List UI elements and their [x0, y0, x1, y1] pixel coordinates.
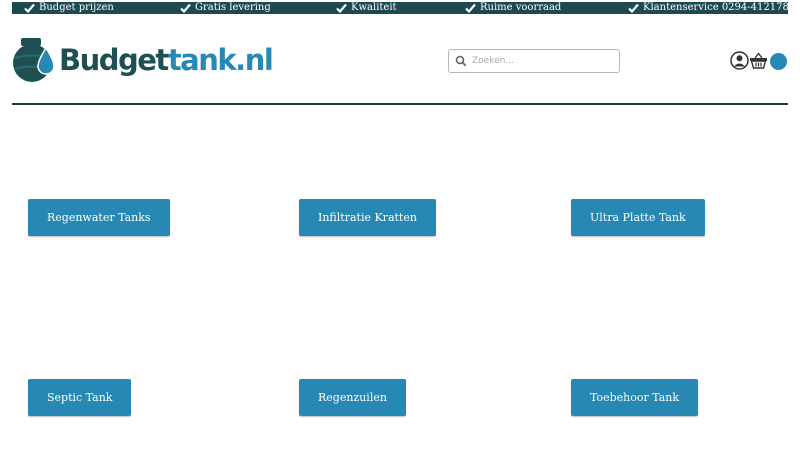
site-logo[interactable]: Budgettank.nl [12, 36, 274, 84]
category-button-ultra-platte-tank[interactable]: Ultra Platte Tank [571, 199, 705, 236]
usp-label: Gratis levering [195, 2, 271, 13]
usp-label: Budget prijzen [39, 2, 114, 13]
category-button-toebehoor-tank[interactable]: Toebehoor Tank [571, 379, 699, 416]
search-icon[interactable] [455, 55, 467, 67]
category-button-infiltratie-kratten[interactable]: Infiltratie Kratten [299, 199, 436, 236]
checkmark-icon [336, 2, 347, 14]
checkmark-icon [465, 2, 476, 14]
logo-text: Budgettank.nl [59, 43, 274, 77]
basket-icon[interactable] [749, 51, 768, 70]
checkmark-icon [24, 2, 35, 14]
checkmark-icon [628, 2, 639, 14]
usp-item: Gratis levering [180, 2, 271, 14]
search-box[interactable] [448, 49, 620, 73]
usp-item: Budget prijzen [24, 2, 114, 14]
header-divider [12, 103, 788, 105]
usp-item: Kwaliteit [336, 2, 397, 14]
category-button-regenzuilen[interactable]: Regenzuilen [299, 379, 406, 416]
tank-logo-icon [13, 38, 55, 82]
category-button-regenwater-tanks[interactable]: Regenwater Tanks [28, 199, 170, 236]
usp-label: Ruime voorraad [480, 2, 562, 13]
usp-label: Klantenservice 0294-412178 [643, 2, 789, 13]
usp-item: Ruime voorraad [465, 2, 561, 14]
category-button-septic-tank[interactable]: Septic Tank [28, 379, 132, 416]
usp-item: Klantenservice 0294-412178 [628, 2, 789, 14]
checkmark-icon [180, 2, 191, 14]
cart-count-badge[interactable] [770, 53, 787, 70]
usp-label: Kwaliteit [351, 2, 397, 13]
usp-bar: Budget prijzen Gratis levering Kwaliteit… [12, 2, 789, 14]
search-input[interactable] [472, 56, 612, 66]
user-icon[interactable] [730, 51, 749, 70]
